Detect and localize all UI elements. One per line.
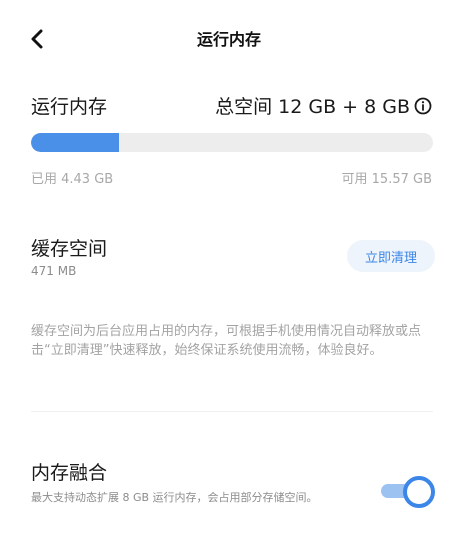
page-title: 运行内存 <box>196 30 261 49</box>
cache-description: 缓存空间为后台应用占用的内存，可根据手机使用情况自动释放或点击“立即清理”快速释… <box>31 324 422 358</box>
toggle-knob <box>403 476 435 508</box>
memory-fusion-title: 内存融合 <box>31 462 108 484</box>
cache-title: 缓存空间 <box>31 238 108 260</box>
info-icon[interactable] <box>414 97 432 115</box>
memory-fusion-toggle[interactable] <box>381 475 437 508</box>
memory-usage-bar-fill <box>31 133 120 152</box>
clean-now-button[interactable]: 立即清理 <box>347 240 435 272</box>
cache-size: 471 MB <box>31 264 77 278</box>
memory-usage-bar <box>31 133 433 152</box>
divider <box>31 411 433 412</box>
memory-total: 总空间 12 GB + 8 GB <box>215 92 432 119</box>
memory-fusion-description: 最大支持动态扩展 8 GB 运行内存，会占用部分存储空间。 <box>31 491 318 504</box>
memory-used-text: 已用 4.43 GB <box>31 172 114 187</box>
memory-total-text: 总空间 12 GB + 8 GB <box>215 96 410 118</box>
memory-label: 运行内存 <box>31 96 108 118</box>
memory-available-text: 可用 15.57 GB <box>341 172 432 187</box>
